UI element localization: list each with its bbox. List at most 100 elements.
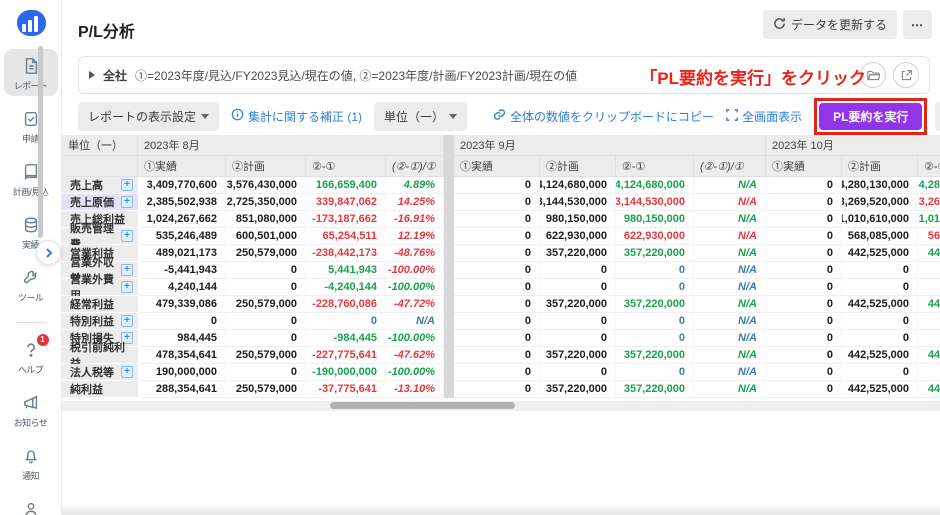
value-cell: 984,445 xyxy=(138,330,226,347)
value-cell: -100.00% xyxy=(386,330,444,347)
row-label-純利益[interactable]: 純利益 xyxy=(62,381,138,398)
value-cell: 442,525,000 xyxy=(842,381,918,398)
value-cell: -5,441,943 xyxy=(138,262,226,279)
sidebar-divider xyxy=(16,322,46,323)
value-cell: 0 xyxy=(138,313,226,330)
expand-row-icon[interactable]: + xyxy=(121,179,133,191)
report-display-settings-button[interactable]: レポートの表示設定 xyxy=(78,102,219,131)
expand-row-icon[interactable]: + xyxy=(121,196,133,208)
row-label-売上原価[interactable]: 売上原価+ xyxy=(62,194,138,211)
help-icon: 1 xyxy=(20,339,42,361)
value-cell: 357,220,000 xyxy=(616,347,694,364)
value-cell: 980,150,000 xyxy=(540,211,616,228)
table-row: 純利益288,354,641250,579,000-37,775,641-13.… xyxy=(62,381,940,398)
value-cell: 12.19% xyxy=(386,228,444,245)
bell-icon xyxy=(20,445,42,467)
horizontal-scrollbar-track[interactable] xyxy=(62,401,940,411)
column-header: ②-① xyxy=(616,156,694,177)
row-label-特別利益[interactable]: 特別利益+ xyxy=(62,313,138,330)
value-cell: 3,144,530,000 xyxy=(540,194,616,211)
value-cell: 3,576,430,000 xyxy=(226,177,306,194)
value-cell: 0 xyxy=(454,228,540,245)
value-cell: 4,280,130,000 xyxy=(918,177,940,194)
share-button[interactable] xyxy=(893,62,919,88)
expand-row-icon[interactable]: + xyxy=(121,366,133,378)
value-cell: 600,501,000 xyxy=(226,228,306,245)
sidebar-item-request[interactable]: 申請 xyxy=(4,102,58,149)
chevron-down-icon xyxy=(201,114,209,119)
value-cell: -227,775,641 xyxy=(306,347,386,364)
more-options-button[interactable]: ⋯ xyxy=(903,10,932,39)
pane-divider xyxy=(444,135,454,156)
value-cell: -100.00% xyxy=(386,262,444,279)
value-cell: 0 xyxy=(842,279,918,296)
row-label-経常利益[interactable]: 経常利益 xyxy=(62,296,138,313)
sidebar-item-plan[interactable]: 計画/見込 xyxy=(4,155,58,202)
sidebar-item-notifications[interactable]: 通知 xyxy=(4,439,58,486)
value-cell: 2,385,502,938 xyxy=(138,194,226,211)
sidebar-item-report[interactable]: レポート xyxy=(4,49,58,96)
table-row: 売上高+3,409,770,6003,576,430,000166,659,40… xyxy=(62,177,940,194)
value-cell: 0 xyxy=(766,296,842,313)
collapse-triangle-icon[interactable] xyxy=(89,71,95,79)
row-label-販売管理費[interactable]: 販売管理費+ xyxy=(62,228,138,245)
value-cell: -190,000,000 xyxy=(306,364,386,381)
value-cell: 0 xyxy=(766,228,842,245)
value-cell: 2,725,350,000 xyxy=(226,194,306,211)
sidebar-item-label: ヘルプ xyxy=(18,363,43,376)
highlight-display-settings-button[interactable]: ハイライト表示設定 xyxy=(935,102,940,131)
row-label-売上高[interactable]: 売上高 + xyxy=(62,177,138,194)
expand-row-icon[interactable]: + xyxy=(121,281,133,293)
value-cell: N/A xyxy=(694,262,766,279)
unit-selector-button[interactable]: 単位（一） xyxy=(374,102,467,131)
row-label-text: 純利益 xyxy=(70,381,103,397)
value-cell: 14.25% xyxy=(386,194,444,211)
copy-to-clipboard-link[interactable]: 全体の数値をクリップボードにコピー xyxy=(493,108,714,125)
column-header: ②計画 xyxy=(540,156,616,177)
fullscreen-link[interactable]: 全画面表示 xyxy=(726,108,802,125)
brand-logo-icon[interactable] xyxy=(14,8,48,43)
horizontal-scrollbar-thumb[interactable] xyxy=(330,402,515,409)
value-cell: 0 xyxy=(454,279,540,296)
row-label-税引前純利益[interactable]: 税引前純利益 xyxy=(62,347,138,364)
row-label-text: 売上高 xyxy=(70,177,103,193)
page-title: P/L分析 xyxy=(78,18,135,42)
value-cell: 0 xyxy=(226,364,306,381)
value-cell: 4,280,130,000 xyxy=(842,177,918,194)
row-label-営業外費用[interactable]: 営業外費用+ xyxy=(62,279,138,296)
value-cell: 5,441,943 xyxy=(306,262,386,279)
toolbar: レポートの表示設定 集計に関する補正 (1) 単位（一） 全体の数値をクリップボ… xyxy=(78,101,930,131)
value-cell: -16.91% xyxy=(386,211,444,228)
value-cell: -37,775,641 xyxy=(306,381,386,398)
account-icon xyxy=(20,498,42,515)
expand-row-icon[interactable]: + xyxy=(121,230,133,242)
sidebar-scrollbar[interactable] xyxy=(38,46,43,238)
pl-table-viewport: 単位（一）2023年 8月2023年 9月2023年 10月①実績②計画②-①(… xyxy=(62,135,940,399)
sidebar-item-account[interactable]: アカウント xyxy=(4,492,58,515)
value-cell: 190,000,000 xyxy=(138,364,226,381)
sidebar-item-tools[interactable]: ツール xyxy=(4,261,58,308)
value-cell: 339,847,062 xyxy=(306,194,386,211)
column-header: ②計画 xyxy=(842,156,918,177)
value-cell: 442,525,000 xyxy=(842,245,918,262)
value-cell: 0 xyxy=(616,313,694,330)
sidebar-item-announcements[interactable]: お知らせ xyxy=(4,386,58,433)
value-cell: 4,240,144 xyxy=(138,279,226,296)
expand-row-icon[interactable]: + xyxy=(121,315,133,327)
sidebar-item-help[interactable]: 1 ヘルプ xyxy=(4,333,58,380)
pane-divider xyxy=(444,156,454,177)
header-actions: データを更新する ⋯ xyxy=(763,10,932,39)
column-header: (②-①)/① xyxy=(386,156,444,177)
aggregation-correction-link[interactable]: 集計に関する補正 (1) xyxy=(231,108,362,125)
column-header: ①実績 xyxy=(454,156,540,177)
value-cell: 0 xyxy=(766,177,842,194)
pl-summary-button[interactable]: PL要約を実行 xyxy=(819,103,922,130)
table-row: 税引前純利益478,354,641250,579,000-227,775,641… xyxy=(62,347,940,364)
row-label-法人税等[interactable]: 法人税等+ xyxy=(62,364,138,381)
sidebar-expand-button[interactable] xyxy=(36,240,61,265)
value-cell: 0 xyxy=(766,347,842,364)
expand-row-icon[interactable]: + xyxy=(121,264,133,276)
refresh-data-button[interactable]: データを更新する xyxy=(763,10,897,39)
value-cell: 0 xyxy=(918,313,940,330)
help-badge: 1 xyxy=(37,334,49,346)
